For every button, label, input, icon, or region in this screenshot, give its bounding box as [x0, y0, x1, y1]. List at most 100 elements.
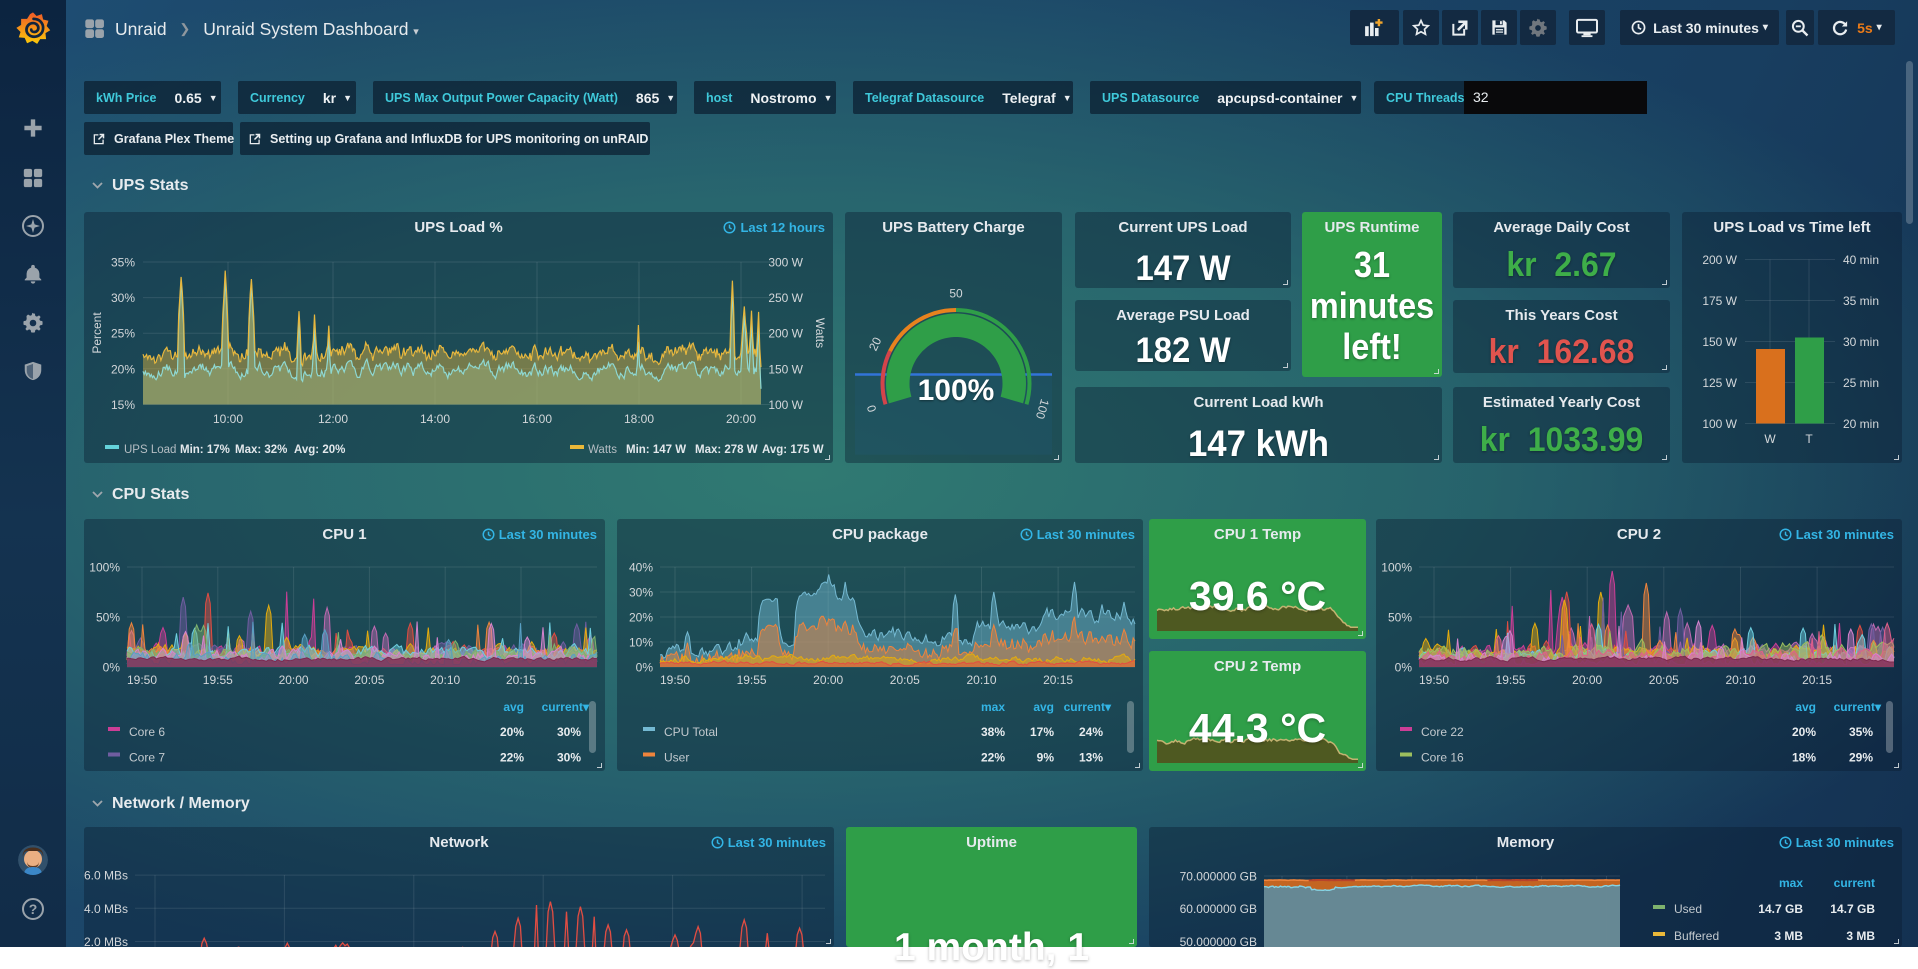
- svg-text:25 min: 25 min: [1843, 376, 1879, 390]
- svg-text:70.000000 GB: 70.000000 GB: [1180, 870, 1257, 884]
- svg-text:100%: 100%: [918, 374, 995, 407]
- svg-text:20:00: 20:00: [1572, 673, 1602, 687]
- svg-text:avg: avg: [503, 700, 524, 714]
- svg-text:T: T: [1805, 432, 1813, 446]
- svg-text:35%: 35%: [1849, 725, 1873, 739]
- svg-text:30%: 30%: [557, 725, 581, 739]
- svg-text:Core 7: Core 7: [129, 751, 165, 765]
- svg-text:150 W: 150 W: [1702, 335, 1737, 349]
- svg-text:current▾: current▾: [1834, 700, 1882, 714]
- svg-text:User: User: [664, 751, 689, 765]
- svg-text:100 W: 100 W: [1702, 417, 1737, 431]
- svg-text:20:10: 20:10: [1725, 673, 1755, 687]
- svg-text:Used: Used: [1674, 902, 1702, 916]
- svg-text:14:00: 14:00: [420, 412, 450, 426]
- svg-text:150 W: 150 W: [768, 362, 803, 376]
- svg-text:20:15: 20:15: [506, 673, 536, 687]
- svg-text:14.7 GB: 14.7 GB: [1830, 902, 1875, 916]
- svg-text:250 W: 250 W: [768, 291, 803, 305]
- svg-text:50: 50: [949, 286, 963, 300]
- svg-text:19:50: 19:50: [127, 673, 157, 687]
- svg-text:9%: 9%: [1037, 751, 1055, 765]
- svg-text:20:10: 20:10: [430, 673, 460, 687]
- svg-text:300 W: 300 W: [768, 255, 803, 269]
- svg-text:20:10: 20:10: [966, 673, 996, 687]
- svg-text:6.0 MBs: 6.0 MBs: [84, 869, 128, 883]
- svg-text:19:50: 19:50: [1419, 673, 1449, 687]
- svg-text:30 min: 30 min: [1843, 335, 1879, 349]
- svg-text:Percent: Percent: [90, 311, 104, 353]
- svg-text:max: max: [981, 700, 1005, 714]
- svg-text:20: 20: [866, 334, 885, 352]
- svg-text:29%: 29%: [1849, 751, 1873, 765]
- svg-text:max: max: [1779, 876, 1803, 890]
- svg-text:40 min: 40 min: [1843, 253, 1879, 267]
- svg-text:13%: 13%: [1079, 751, 1103, 765]
- svg-text:200 W: 200 W: [1702, 253, 1737, 267]
- svg-text:0%: 0%: [103, 661, 121, 675]
- svg-text:?: ?: [29, 901, 38, 917]
- svg-text:40%: 40%: [629, 561, 653, 575]
- svg-text:19:55: 19:55: [203, 673, 233, 687]
- svg-text:20%: 20%: [629, 611, 653, 625]
- svg-text:20:05: 20:05: [890, 673, 920, 687]
- svg-text:15%: 15%: [111, 398, 135, 412]
- svg-text:17%: 17%: [1030, 725, 1054, 739]
- svg-text:Core 16: Core 16: [1421, 751, 1464, 765]
- svg-text:20:05: 20:05: [1649, 673, 1679, 687]
- svg-text:current: current: [1834, 876, 1875, 890]
- svg-text:20%: 20%: [111, 362, 135, 376]
- svg-text:175 W: 175 W: [1702, 294, 1737, 308]
- svg-text:CPU Total: CPU Total: [664, 725, 718, 739]
- svg-text:20:00: 20:00: [813, 673, 843, 687]
- svg-text:20:15: 20:15: [1043, 673, 1073, 687]
- svg-text:Watts: Watts: [813, 317, 827, 347]
- svg-text:30%: 30%: [111, 291, 135, 305]
- svg-text:19:55: 19:55: [1496, 673, 1526, 687]
- svg-text:Max: 32%: Max: 32%: [235, 444, 287, 456]
- svg-text:3 MB: 3 MB: [1846, 929, 1875, 943]
- svg-text:10%: 10%: [629, 636, 653, 650]
- svg-text:200 W: 200 W: [768, 326, 803, 340]
- svg-text:38%: 38%: [981, 725, 1005, 739]
- svg-text:18%: 18%: [1792, 751, 1816, 765]
- svg-text:25%: 25%: [111, 326, 135, 340]
- svg-text:14.7 GB: 14.7 GB: [1758, 902, 1803, 916]
- svg-text:20%: 20%: [1792, 725, 1816, 739]
- svg-text:12:00: 12:00: [318, 412, 348, 426]
- svg-text:30%: 30%: [629, 586, 653, 600]
- svg-text:20:00: 20:00: [279, 673, 309, 687]
- svg-text:current▾: current▾: [1064, 700, 1112, 714]
- svg-text:2.0 MBs: 2.0 MBs: [84, 935, 128, 947]
- svg-text:22%: 22%: [500, 751, 524, 765]
- svg-text:30%: 30%: [557, 751, 581, 765]
- svg-text:16:00: 16:00: [522, 412, 552, 426]
- svg-text:Min: 17%: Min: 17%: [180, 444, 230, 456]
- svg-text:100%: 100%: [1381, 561, 1412, 575]
- svg-text:19:50: 19:50: [660, 673, 690, 687]
- svg-text:20:15: 20:15: [1802, 673, 1832, 687]
- svg-text:100 W: 100 W: [768, 398, 803, 412]
- svg-text:10:00: 10:00: [213, 412, 243, 426]
- svg-text:current▾: current▾: [542, 700, 590, 714]
- svg-text:UPS Load: UPS Load: [124, 444, 176, 456]
- svg-text:avg: avg: [1033, 700, 1054, 714]
- svg-text:W: W: [1764, 432, 1776, 446]
- svg-text:24%: 24%: [1079, 725, 1103, 739]
- svg-text:0%: 0%: [1395, 661, 1413, 675]
- svg-text:Core 6: Core 6: [129, 725, 165, 739]
- svg-text:50%: 50%: [1388, 611, 1412, 625]
- svg-text:0%: 0%: [636, 661, 654, 675]
- svg-text:20:00: 20:00: [726, 412, 756, 426]
- svg-text:35 min: 35 min: [1843, 294, 1879, 308]
- svg-text:18:00: 18:00: [624, 412, 654, 426]
- svg-text:Core 22: Core 22: [1421, 725, 1464, 739]
- svg-text:Buffered: Buffered: [1674, 929, 1719, 943]
- svg-text:avg: avg: [1795, 700, 1816, 714]
- svg-text:50.000000 GB: 50.000000 GB: [1180, 935, 1257, 947]
- svg-text:20 min: 20 min: [1843, 417, 1879, 431]
- svg-text:50%: 50%: [96, 611, 120, 625]
- svg-text:20%: 20%: [500, 725, 524, 739]
- svg-text:125 W: 125 W: [1702, 376, 1737, 390]
- svg-text:Min: 147 W: Min: 147 W: [626, 444, 686, 456]
